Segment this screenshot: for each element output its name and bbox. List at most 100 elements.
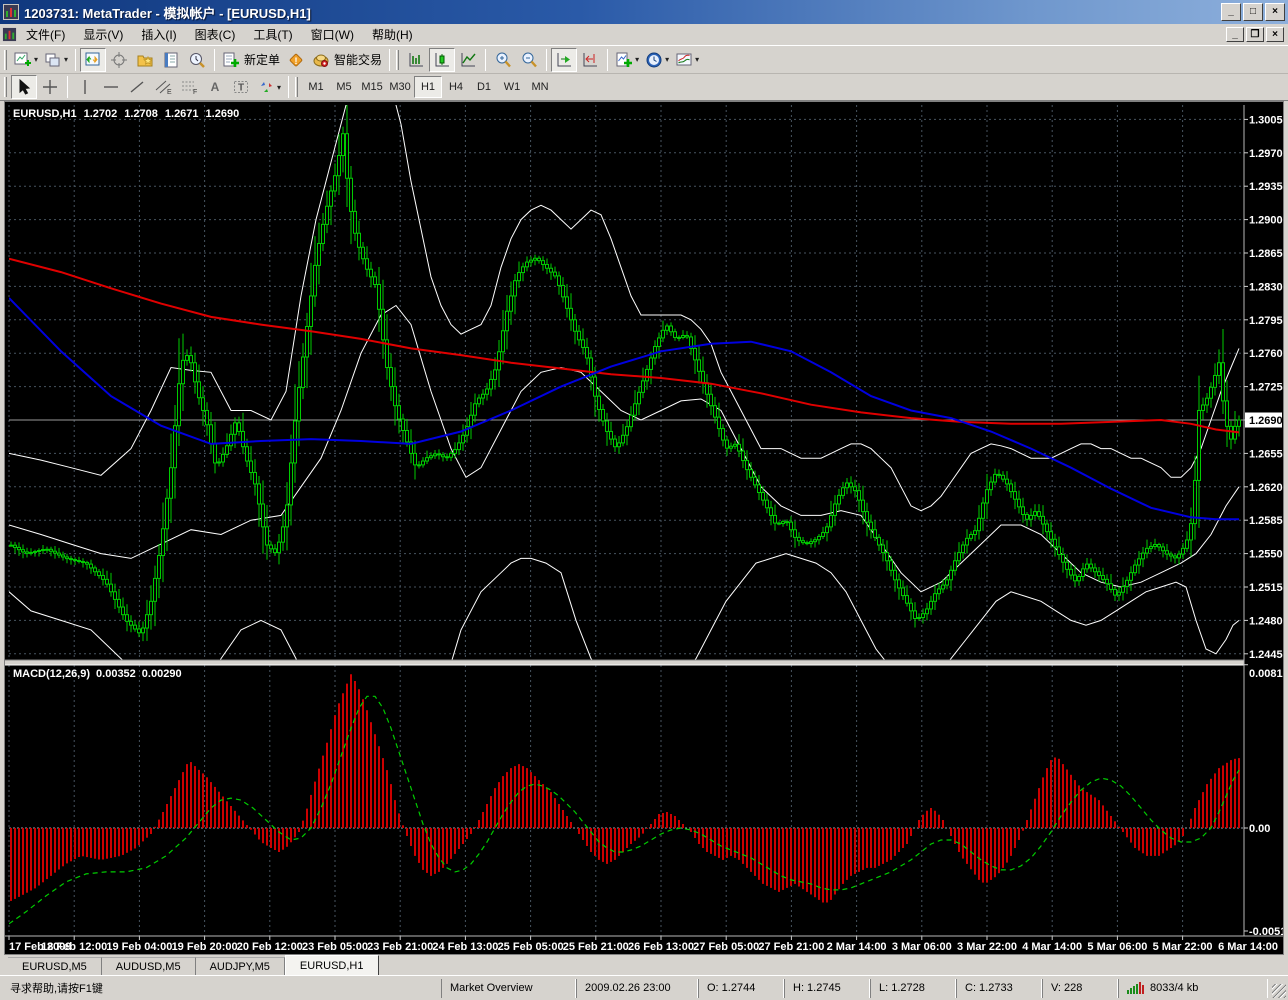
chart-shift-button[interactable] bbox=[577, 48, 603, 72]
text-icon: A bbox=[206, 78, 224, 96]
indicators-button[interactable]: ▾ bbox=[612, 48, 642, 72]
status-datetime: 2009.02.26 23:00 bbox=[576, 979, 698, 998]
timeframe-m15-button[interactable]: M15 bbox=[358, 76, 386, 98]
toolbar-separator bbox=[214, 49, 215, 71]
menu-help[interactable]: 帮助(H) bbox=[363, 24, 422, 45]
child-restore-button[interactable]: ❐ bbox=[1246, 27, 1264, 42]
new-order-icon bbox=[222, 51, 240, 69]
svg-text:23 Feb 05:00: 23 Feb 05:00 bbox=[302, 941, 368, 953]
child-minimize-button[interactable]: _ bbox=[1226, 27, 1244, 42]
status-traffic: 8033/4 kb bbox=[1150, 982, 1198, 994]
tab-eurusd-m5[interactable]: EURUSD,M5 bbox=[8, 957, 102, 975]
svg-text:5 Mar 22:00: 5 Mar 22:00 bbox=[1153, 941, 1213, 953]
chart-ohlc-header: EURUSD,H1 1.2702 1.2708 1.2671 1.2690 bbox=[13, 108, 239, 120]
menu-insert[interactable]: 插入(I) bbox=[132, 24, 185, 45]
status-market-overview[interactable]: Market Overview bbox=[441, 979, 576, 998]
periods-button[interactable]: ▾ bbox=[642, 48, 672, 72]
timeframe-w1-button[interactable]: W1 bbox=[498, 76, 526, 98]
auto-scroll-button[interactable] bbox=[551, 48, 577, 72]
templates-button[interactable]: ▾ bbox=[672, 48, 702, 72]
price-chart[interactable]: 1.30051.29701.29351.29001.28651.28301.27… bbox=[5, 102, 1283, 954]
svg-text:1.2445: 1.2445 bbox=[1249, 649, 1283, 661]
chart-symbol-period: EURUSD,H1 bbox=[13, 108, 77, 120]
menu-tools[interactable]: 工具(T) bbox=[244, 24, 301, 45]
zoom-out-button[interactable] bbox=[516, 48, 542, 72]
cursor-button[interactable] bbox=[11, 75, 37, 99]
fibonacci-button[interactable]: F bbox=[176, 75, 202, 99]
line-chart-button[interactable] bbox=[455, 48, 481, 72]
toolbar-separator bbox=[75, 49, 76, 71]
drawing-toolbar: E F A T ▾ M1 M5 M15 M30 H1 H4 D1 W1 MN bbox=[0, 74, 1288, 101]
auto-scroll-icon bbox=[555, 51, 573, 69]
terminal-button[interactable] bbox=[158, 48, 184, 72]
timeframe-m5-button[interactable]: M5 bbox=[330, 76, 358, 98]
bar-chart-button[interactable] bbox=[403, 48, 429, 72]
timeframe-h4-button[interactable]: H4 bbox=[442, 76, 470, 98]
tab-audjpy-m5[interactable]: AUDJPY,M5 bbox=[196, 957, 285, 975]
maximize-button[interactable]: □ bbox=[1243, 3, 1263, 21]
svg-text:3 Mar 22:00: 3 Mar 22:00 bbox=[957, 941, 1017, 953]
svg-text:1.2655: 1.2655 bbox=[1249, 448, 1283, 460]
data-window-button[interactable] bbox=[106, 48, 132, 72]
history-center-button[interactable] bbox=[184, 48, 210, 72]
child-close-button[interactable]: × bbox=[1266, 27, 1284, 42]
timeframe-m30-button[interactable]: M30 bbox=[386, 76, 414, 98]
alerts-button[interactable]: ! bbox=[283, 48, 309, 72]
arrows-button[interactable]: ▾ bbox=[254, 75, 284, 99]
title-bar: 1203731: MetaTrader - 模拟帐户 - [EURUSD,H1]… bbox=[0, 0, 1288, 24]
profiles-button[interactable]: ▾ bbox=[41, 48, 71, 72]
trendline-button[interactable] bbox=[124, 75, 150, 99]
svg-text:1.2935: 1.2935 bbox=[1249, 181, 1283, 193]
equidistant-channel-button[interactable]: E bbox=[150, 75, 176, 99]
crosshair-button[interactable] bbox=[37, 75, 63, 99]
svg-text:1.2480: 1.2480 bbox=[1249, 615, 1283, 627]
resize-grip[interactable] bbox=[1272, 984, 1286, 998]
market-watch-button[interactable] bbox=[80, 48, 106, 72]
svg-text:20 Feb 12:00: 20 Feb 12:00 bbox=[237, 941, 303, 953]
timeframe-m1-button[interactable]: M1 bbox=[302, 76, 330, 98]
svg-text:3 Mar 06:00: 3 Mar 06:00 bbox=[892, 941, 952, 953]
expert-advisors-button[interactable]: 智能交易 bbox=[309, 48, 385, 72]
timeframe-d1-button[interactable]: D1 bbox=[470, 76, 498, 98]
indicators-icon bbox=[615, 51, 633, 69]
chart-area[interactable]: 1.30051.29701.29351.29001.28651.28301.27… bbox=[4, 101, 1284, 955]
macd-indicator-header: MACD(12,26,9) 0.00352 0.00290 bbox=[13, 668, 182, 680]
svg-text:2 Mar 14:00: 2 Mar 14:00 bbox=[827, 941, 887, 953]
text-button[interactable]: A bbox=[202, 75, 228, 99]
zoom-in-button[interactable] bbox=[490, 48, 516, 72]
toolbar-grip[interactable] bbox=[396, 50, 399, 70]
new-order-button[interactable]: 新定单 bbox=[219, 48, 283, 72]
toolbar-grip[interactable] bbox=[295, 77, 298, 97]
toolbar-grip[interactable] bbox=[4, 50, 7, 70]
menu-window[interactable]: 窗口(W) bbox=[302, 24, 363, 45]
horizontal-line-button[interactable] bbox=[98, 75, 124, 99]
candlestick-chart-button[interactable] bbox=[429, 48, 455, 72]
text-label-icon: T bbox=[232, 78, 250, 96]
toolbar-grip[interactable] bbox=[4, 77, 7, 97]
navigator-button[interactable] bbox=[132, 48, 158, 72]
new-chart-button[interactable]: ▾ bbox=[11, 48, 41, 72]
close-button[interactable]: × bbox=[1265, 3, 1285, 21]
svg-text:1.2690: 1.2690 bbox=[1249, 415, 1283, 427]
menu-charts[interactable]: 图表(C) bbox=[186, 24, 245, 45]
tab-audusd-m5[interactable]: AUDUSD,M5 bbox=[102, 957, 196, 975]
svg-text:1.2515: 1.2515 bbox=[1249, 582, 1283, 594]
menu-view[interactable]: 显示(V) bbox=[74, 24, 132, 45]
expert-advisor-icon bbox=[312, 51, 330, 69]
status-help-text: 寻求帮助,请按F1键 bbox=[2, 979, 441, 998]
svg-text:1.2725: 1.2725 bbox=[1249, 382, 1283, 394]
text-label-button[interactable]: T bbox=[228, 75, 254, 99]
tab-eurusd-h1[interactable]: EURUSD,H1 bbox=[285, 955, 379, 975]
svg-text:27 Feb 21:00: 27 Feb 21:00 bbox=[758, 941, 824, 953]
vertical-line-button[interactable] bbox=[72, 75, 98, 99]
standard-toolbar: ▾ ▾ 新定单 ! 智能交易 bbox=[0, 46, 1288, 74]
minimize-button[interactable]: _ bbox=[1221, 3, 1241, 21]
chart-window-icon[interactable] bbox=[2, 27, 17, 42]
menu-file[interactable]: 文件(F) bbox=[17, 24, 74, 45]
svg-text:19 Feb 04:00: 19 Feb 04:00 bbox=[106, 941, 172, 953]
timeframe-h1-button[interactable]: H1 bbox=[414, 76, 442, 98]
svg-text:1.2830: 1.2830 bbox=[1249, 281, 1283, 293]
timeframe-mn-button[interactable]: MN bbox=[526, 76, 554, 98]
svg-text:26 Feb 13:00: 26 Feb 13:00 bbox=[628, 941, 694, 953]
dropdown-arrow-icon: ▾ bbox=[64, 55, 68, 64]
